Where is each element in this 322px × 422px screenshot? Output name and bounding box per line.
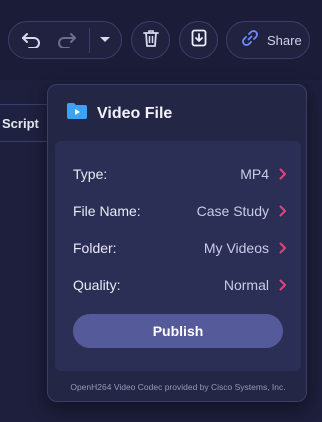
chevron-right-icon (279, 279, 286, 291)
trash-icon (142, 29, 159, 52)
export-button[interactable] (179, 21, 218, 59)
toolbar: Share (0, 0, 322, 80)
setting-value: Normal (224, 277, 287, 293)
setting-value: Case Study (197, 203, 287, 219)
undo-icon[interactable] (19, 30, 43, 50)
download-icon (191, 29, 207, 52)
setting-value: MP4 (240, 166, 287, 182)
delete-button[interactable] (131, 21, 170, 59)
setting-value-text: Case Study (196, 203, 269, 219)
setting-label: Folder: (73, 240, 117, 256)
chevron-right-icon (279, 205, 286, 217)
share-button[interactable]: Share (226, 21, 310, 59)
popup-header: Video File (66, 102, 172, 125)
chevron-down-icon[interactable] (95, 32, 115, 48)
setting-row-type[interactable]: Type: MP4 (73, 163, 287, 185)
tab-script-label: Script (2, 115, 39, 131)
setting-value-text: MP4 (240, 166, 269, 182)
setting-label: File Name: (73, 203, 141, 219)
codec-footnote: OpenH264 Video Codec provided by Cisco S… (70, 382, 286, 392)
setting-label: Type: (73, 166, 108, 182)
link-icon (241, 29, 259, 52)
folder-video-icon (66, 102, 88, 125)
popup-title: Video File (97, 104, 173, 122)
share-label: Share (267, 32, 302, 48)
setting-row-file-name[interactable]: File Name: Case Study (73, 200, 287, 222)
redo-icon[interactable] (55, 30, 79, 50)
publish-button[interactable]: Publish (73, 314, 283, 348)
setting-value: My Videos (204, 240, 287, 256)
setting-value-text: Normal (223, 277, 269, 293)
chevron-right-icon (279, 242, 286, 254)
toolbar-divider (89, 28, 90, 53)
setting-value-text: My Videos (203, 240, 269, 256)
chevron-right-icon (279, 168, 286, 180)
setting-label: Quality: (73, 277, 121, 293)
undo-redo-group (8, 21, 122, 59)
tab-script[interactable]: Script (0, 104, 52, 142)
video-file-popup: Video File Type: MP4 File Name: Case Stu… (47, 84, 307, 402)
setting-row-folder[interactable]: Folder: My Videos (73, 237, 287, 259)
setting-row-quality[interactable]: Quality: Normal (73, 274, 287, 296)
